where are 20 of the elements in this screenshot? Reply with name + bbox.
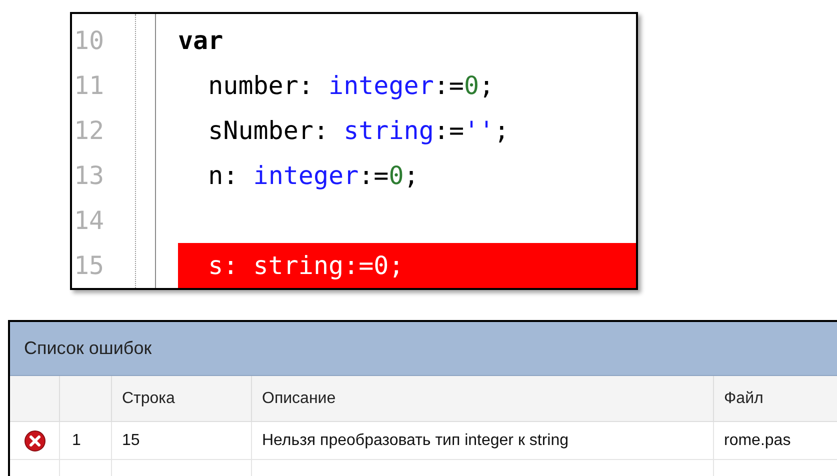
column-header[interactable]: Описание — [252, 376, 714, 421]
code-line: n: integer:=0; — [207, 160, 420, 192]
error-row[interactable]: 1 15 Нельзя преобразовать тип integer к string rome.pas — [10, 422, 837, 460]
code-line: var — [178, 24, 224, 57]
column-header[interactable]: Файл — [714, 376, 837, 421]
panel-title: Список ошибок — [24, 337, 152, 360]
column-header[interactable]: Строка — [112, 376, 252, 421]
error-icon — [24, 430, 46, 452]
table-cell-text: 1 — [72, 430, 81, 450]
line-number: 11 — [74, 73, 104, 98]
line-number: 13 — [74, 163, 104, 188]
table-cell-text: Нельзя преобразовать тип integer к string — [262, 430, 569, 450]
line-number: 14 — [74, 208, 104, 233]
table-cell-text: 15 — [122, 430, 140, 450]
code-line: number: integer:=0; — [207, 70, 496, 102]
line-number: 15 — [74, 253, 104, 278]
table-cell-text: rome.pas — [724, 430, 791, 450]
line-number: 12 — [74, 118, 104, 143]
line-number: 10 — [74, 28, 104, 53]
code-line: sNumber: string:=''; — [207, 114, 510, 147]
